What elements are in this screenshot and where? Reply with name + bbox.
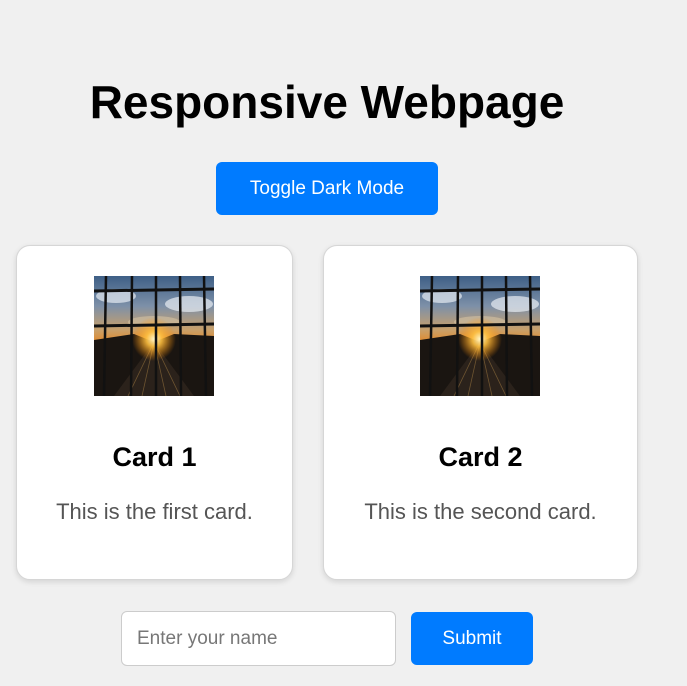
card-image bbox=[94, 276, 214, 396]
card-title: Card 1 bbox=[112, 442, 197, 472]
card-text: This is the second card. bbox=[364, 499, 597, 524]
card-text: This is the first card. bbox=[56, 499, 253, 524]
card: Card 2 This is the second card. bbox=[323, 245, 638, 580]
toggle-dark-mode-button[interactable]: Toggle Dark Mode bbox=[216, 162, 438, 215]
card-image bbox=[420, 276, 540, 396]
card: Card 1 This is the first card. bbox=[16, 245, 293, 580]
card-title: Card 2 bbox=[438, 442, 523, 472]
name-input[interactable] bbox=[121, 611, 396, 666]
page-title: Responsive Webpage bbox=[89, 76, 565, 128]
submit-button[interactable]: Submit bbox=[411, 612, 533, 665]
